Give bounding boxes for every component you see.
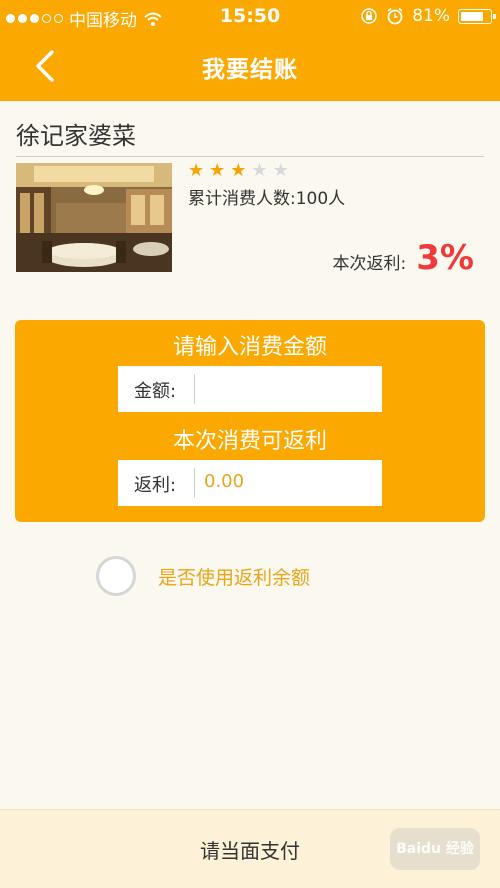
- status-right: 81%: [360, 6, 496, 26]
- field-separator: [194, 374, 195, 404]
- rebate-field-label: 返利:: [134, 475, 177, 496]
- consumer-count: 累计消费人数:100人: [188, 189, 346, 209]
- rebate-percent: 3%: [416, 238, 474, 278]
- rebate-amount-value: 0.00: [204, 471, 245, 492]
- star-empty-icon: ★: [272, 160, 289, 181]
- baidu-watermark: Baidu 经验: [390, 828, 480, 870]
- page-title: 我要结账: [202, 57, 298, 83]
- rebate-heading: 本次消费可返利: [172, 429, 327, 454]
- use-balance-label[interactable]: 是否使用返利余额: [158, 563, 310, 590]
- use-balance-option[interactable]: 是否使用返利余额: [96, 556, 310, 596]
- field-separator: [194, 468, 195, 498]
- nav-bar: 我要结账: [0, 33, 500, 101]
- use-balance-radio[interactable]: [96, 556, 136, 596]
- rebate-label: 本次返利:: [332, 254, 407, 274]
- amount-label: 金额:: [134, 381, 177, 402]
- star-filled-icon: ★: [188, 160, 205, 181]
- rebate-field: 返利: 0.00: [118, 460, 382, 506]
- shop-name: 徐记家婆菜: [16, 122, 136, 150]
- rebate-info: 本次返利: 3%: [333, 238, 474, 278]
- divider: [16, 156, 484, 157]
- status-bar: 中国移动 15:50 81%: [0, 0, 500, 33]
- amount-input[interactable]: [202, 373, 372, 405]
- battery-percent: 81%: [412, 6, 450, 26]
- star-filled-icon: ★: [230, 160, 247, 181]
- alarm-icon: [387, 7, 403, 25]
- star-empty-icon: ★: [251, 160, 268, 181]
- star-filled-icon: ★: [209, 160, 226, 181]
- amount-heading: 请输入消费金额: [172, 335, 327, 360]
- battery-icon: [458, 8, 496, 24]
- amount-field[interactable]: 金额:: [118, 366, 382, 412]
- orientation-lock-icon: [361, 8, 377, 24]
- rating-stars: ★ ★ ★ ★ ★: [188, 162, 289, 180]
- shop-photo: [16, 163, 172, 272]
- bottom-bar: 请当面支付 Baidu 经验: [0, 809, 500, 888]
- payment-panel: 请输入消费金额 金额: 本次消费可返利 返利: 0.00: [15, 320, 485, 522]
